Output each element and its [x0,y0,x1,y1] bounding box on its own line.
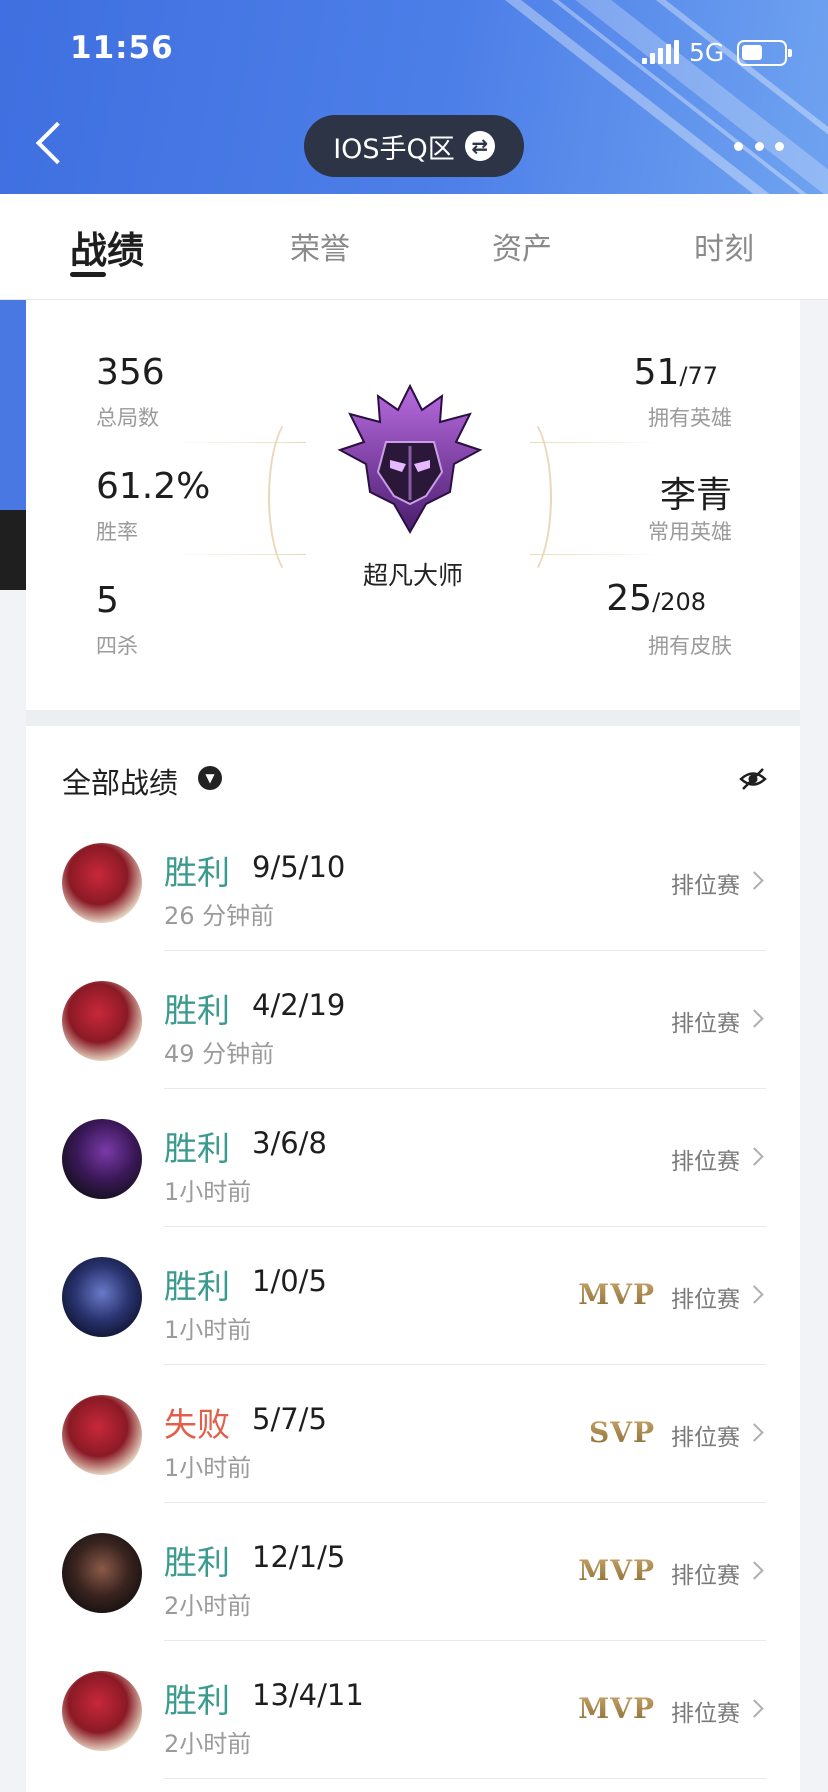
match-result: 胜利 [164,1267,230,1306]
chevron-right-icon [746,868,766,892]
background-edge [0,510,26,590]
match-result: 失败 [164,1405,230,1444]
match-kda: 5/7/5 [252,1402,327,1436]
match-mode: 排位赛 [671,1287,740,1313]
quadra-kills-label: 四杀 [96,634,138,658]
region-switch-button[interactable]: IOS手Q区 ⇄ [304,115,524,177]
match-kda: 12/1/5 [252,1540,346,1574]
match-time: 1小时前 [164,1178,252,1206]
record-row[interactable]: 胜利 13/4/11 2小时前 MVP 排位赛 [26,1640,800,1779]
swap-icon: ⇄ [464,131,495,161]
skins-owned-label: 拥有皮肤 [648,634,732,658]
back-button[interactable] [30,118,70,174]
match-time: 2小时前 [164,1592,252,1620]
chevron-right-icon [746,1006,766,1030]
record-row[interactable]: 胜利 1/0/5 1小时前 MVP 排位赛 [26,1226,800,1365]
match-result: 胜利 [164,1543,230,1582]
total-games-value: 356 [96,352,165,393]
hero-avatar [62,1671,142,1751]
match-mode: 排位赛 [671,873,740,899]
records-title[interactable]: 全部战绩 [62,760,178,802]
match-kda: 3/6/8 [252,1126,327,1160]
section-gap [26,710,800,726]
header: 11:56 5G IOS手Q区 ⇄ [0,0,828,194]
match-mode: 排位赛 [671,1149,740,1175]
chevron-right-icon [746,1558,766,1582]
match-time: 1小时前 [164,1316,252,1344]
battery-icon [737,40,792,66]
match-result: 胜利 [164,1129,230,1168]
match-time: 26 分钟前 [164,902,275,930]
hero-avatar [62,843,142,923]
performance-badge: MVP [578,1692,655,1725]
record-row[interactable]: 胜利 12/1/5 2小时前 MVP 排位赛 [26,1502,800,1641]
more-options-button[interactable] [734,138,784,154]
rank-emblem-icon [337,383,483,535]
record-row[interactable]: 胜利 9/5/10 26 分钟前 排位赛 [26,812,800,951]
records-section: 全部战绩 ▼ 胜利 9/5/10 26 分钟前 排位赛 胜利 4/2/19 49 分钟前 排位… [26,726,800,1792]
tab-assets[interactable]: 资产 [492,224,552,268]
heroes-owned-value: 51/77 [633,352,718,393]
chevron-right-icon [746,1696,766,1720]
network-type: 5G [689,38,725,67]
match-time: 49 分钟前 [164,1040,275,1068]
status-time: 11:56 [70,30,174,66]
record-row[interactable]: 胜利 3/6/8 1小时前 排位赛 [26,1088,800,1227]
active-tab-indicator [70,272,106,277]
match-result: 胜利 [164,991,230,1030]
overview-card: 356 总局数 61.2% 胜率 5 四杀 51/77 拥有英雄 李青 常用英雄… [26,300,800,710]
match-time: 1小时前 [164,1454,252,1482]
tab-honor[interactable]: 荣誉 [290,224,350,268]
record-row[interactable]: 胜利 4/2/19 49 分钟前 排位赛 [26,950,800,1089]
match-result: 胜利 [164,853,230,892]
hero-avatar [62,1533,142,1613]
heroes-owned-label: 拥有英雄 [648,406,732,430]
match-history-screen: 11:56 5G IOS手Q区 ⇄ 战绩 荣誉 资产 时刻 356 总局数 61… [0,0,828,1792]
chevron-right-icon [746,1144,766,1168]
match-mode: 排位赛 [671,1701,740,1727]
match-mode: 排位赛 [671,1011,740,1037]
signal-icon [642,40,680,64]
tab-bar: 战绩 荣誉 资产 时刻 [0,194,828,300]
tab-records[interactable]: 战绩 [70,220,144,274]
performance-badge: MVP [578,1278,655,1311]
background-edge [0,300,26,510]
chevron-right-icon [746,1420,766,1444]
hero-avatar [62,981,142,1061]
eye-hidden-icon[interactable] [738,764,768,794]
match-time: 2小时前 [164,1730,252,1758]
tab-moments[interactable]: 时刻 [694,224,754,268]
row-divider [164,1778,766,1779]
match-kda: 1/0/5 [252,1264,327,1298]
divider-line [530,442,660,443]
match-kda: 13/4/11 [252,1678,364,1712]
match-kda: 9/5/10 [252,850,346,884]
rank-name: 超凡大师 [362,561,463,590]
win-rate-value: 61.2% [96,466,211,507]
total-games-label: 总局数 [96,406,159,430]
region-label: IOS手Q区 [333,133,455,165]
hero-avatar [62,1119,142,1199]
chevron-down-icon[interactable]: ▼ [198,766,222,790]
hero-avatar [62,1395,142,1475]
performance-badge: SVP [589,1416,655,1449]
win-rate-label: 胜率 [96,520,138,544]
hero-avatar [62,1257,142,1337]
divider-line [530,554,660,555]
match-mode: 排位赛 [671,1563,740,1589]
match-result: 胜利 [164,1681,230,1720]
chevron-right-icon [746,1282,766,1306]
favorite-hero-label: 常用英雄 [648,520,732,544]
match-mode: 排位赛 [671,1425,740,1451]
record-row[interactable]: 失败 5/7/5 1小时前 SVP 排位赛 [26,1364,800,1503]
performance-badge: MVP [578,1554,655,1587]
match-kda: 4/2/19 [252,988,346,1022]
favorite-hero-value: 李青 [659,475,732,516]
